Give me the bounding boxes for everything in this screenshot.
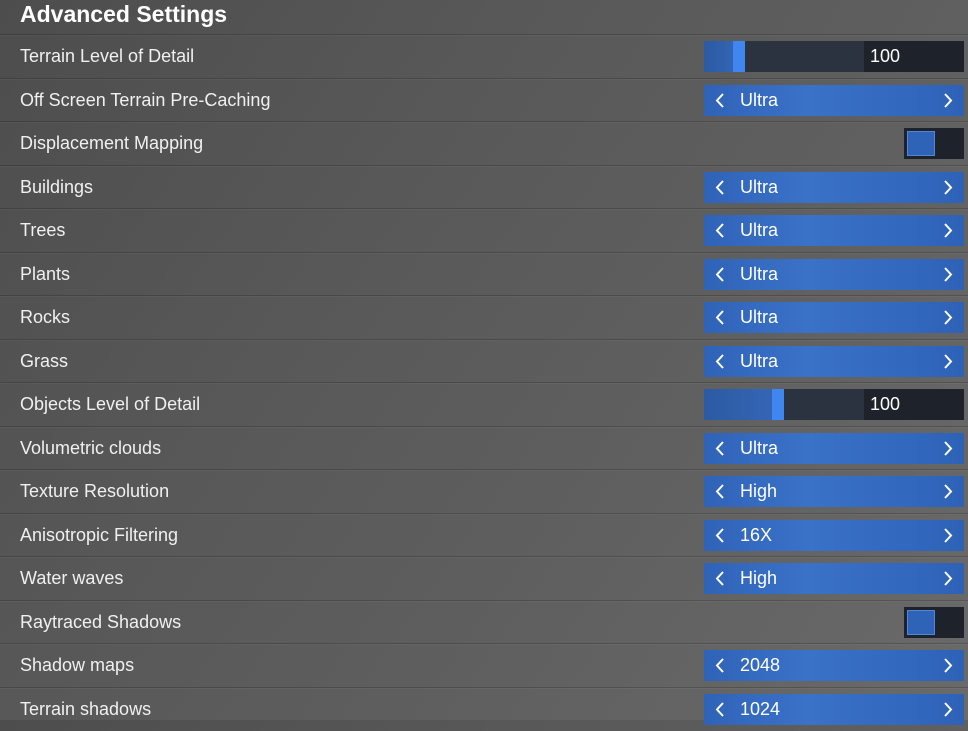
setting-row-grass: Grass Ultra (0, 338, 968, 383)
setting-label: Grass (20, 350, 69, 371)
setting-label: Shadow maps (20, 655, 135, 675)
section-title: Advanced Settings (20, 1, 228, 27)
off-screen-terrain-pre-caching-selector[interactable]: Ultra (704, 84, 964, 116)
setting-label: Raytraced Shadows (20, 611, 182, 632)
selector-value: 16X (740, 524, 773, 545)
setting-row-off-screen-terrain-pre-caching: Off Screen Terrain Pre-Caching Ultra (0, 77, 968, 122)
displacement-mapping-toggle[interactable] (904, 128, 964, 159)
slider-fill (704, 389, 778, 420)
chevron-left-icon[interactable] (706, 302, 734, 333)
selector-value: Ultra (740, 176, 779, 197)
setting-row-displacement-mapping: Displacement Mapping (0, 121, 968, 165)
trees-selector[interactable]: Ultra (704, 215, 964, 246)
slider-track[interactable] (704, 41, 864, 72)
setting-row-buildings: Buildings Ultra (0, 164, 968, 209)
chevron-left-icon[interactable] (706, 346, 734, 377)
setting-row-terrain-level-of-detail: Terrain Level of Detail 100 (0, 34, 968, 78)
selector-value: High (740, 481, 778, 501)
volumetric-clouds-selector[interactable]: Ultra (704, 432, 964, 464)
setting-label: Terrain shadows (20, 698, 152, 719)
chevron-right-icon[interactable] (934, 172, 962, 203)
anisotropic-filtering-selector[interactable]: 16X (704, 519, 964, 551)
chevron-right-icon[interactable] (934, 433, 962, 464)
chevron-right-icon[interactable] (934, 215, 962, 246)
chevron-left-icon[interactable] (706, 85, 734, 116)
setting-label: Terrain Level of Detail (20, 46, 195, 66)
chevron-left-icon[interactable] (706, 259, 734, 290)
selector-value: Ultra (740, 220, 779, 240)
chevron-left-icon[interactable] (706, 520, 734, 551)
setting-row-water-waves: Water waves High (0, 556, 968, 600)
setting-row-texture-resolution: Texture Resolution High (0, 469, 968, 513)
selector-value: Ultra (740, 89, 779, 110)
setting-row-volumetric-clouds: Volumetric clouds Ultra (0, 425, 968, 470)
setting-row-rocks: Rocks Ultra (0, 295, 968, 339)
setting-row-shadow-maps: Shadow maps 2048 (0, 643, 968, 687)
slider-track[interactable] (704, 389, 864, 420)
advanced-settings-panel: Advanced Settings Terrain Level of Detai… (0, 0, 968, 725)
raytraced-shadows-toggle[interactable] (904, 606, 964, 638)
selector-value: Ultra (740, 263, 779, 284)
chevron-right-icon[interactable] (934, 302, 962, 333)
setting-row-anisotropic-filtering: Anisotropic Filtering 16X (0, 512, 968, 557)
chevron-left-icon[interactable] (706, 172, 734, 203)
chevron-left-icon[interactable] (706, 433, 734, 464)
setting-label: Plants (20, 263, 71, 284)
selector-value: 2048 (740, 655, 781, 675)
setting-row-trees: Trees Ultra (0, 208, 968, 252)
chevron-right-icon[interactable] (934, 476, 962, 507)
setting-label: Volumetric clouds (20, 437, 162, 458)
selector-value: Ultra (740, 307, 779, 327)
chevron-right-icon[interactable] (934, 563, 962, 594)
grass-selector[interactable]: Ultra (704, 345, 964, 377)
setting-label: Water waves (20, 568, 124, 588)
slider-handle[interactable] (772, 389, 784, 420)
plants-selector[interactable]: Ultra (704, 258, 964, 290)
chevron-right-icon[interactable] (934, 346, 962, 377)
buildings-selector[interactable]: Ultra (704, 171, 964, 203)
toggle-knob (907, 609, 935, 635)
chevron-right-icon[interactable] (934, 520, 962, 551)
setting-row-objects-level-of-detail: Objects Level of Detail 100 (0, 382, 968, 426)
chevron-right-icon[interactable] (934, 85, 962, 116)
slider-value: 100 (864, 41, 964, 72)
setting-row-raytraced-shadows: Raytraced Shadows (0, 599, 968, 644)
selector-value: Ultra (740, 350, 779, 371)
setting-row-terrain-shadows: Terrain shadows 1024 (0, 686, 968, 731)
setting-label: Displacement Mapping (20, 133, 204, 153)
selector-value: High (740, 568, 778, 588)
setting-label: Rocks (20, 307, 71, 327)
shadow-maps-selector[interactable]: 2048 (704, 650, 964, 681)
chevron-left-icon[interactable] (706, 650, 734, 681)
slider-handle[interactable] (733, 41, 745, 72)
slider-value: 100 (864, 389, 964, 420)
chevron-right-icon[interactable] (934, 259, 962, 290)
objects-level-of-detail-slider[interactable]: 100 (704, 389, 964, 420)
toggle-knob (907, 131, 935, 156)
settings-list: Terrain Level of Detail 100 Off Screen Ter… (0, 34, 968, 730)
setting-row-plants: Plants Ultra (0, 251, 968, 296)
setting-label: Objects Level of Detail (20, 394, 201, 414)
texture-resolution-selector[interactable]: High (704, 476, 964, 507)
setting-label: Texture Resolution (20, 481, 170, 501)
setting-label: Off Screen Terrain Pre-Caching (20, 89, 271, 110)
selector-value: Ultra (740, 437, 779, 458)
setting-label: Anisotropic Filtering (20, 524, 179, 545)
rocks-selector[interactable]: Ultra (704, 302, 964, 333)
water-waves-selector[interactable]: High (704, 563, 964, 594)
chevron-right-icon[interactable] (934, 650, 962, 681)
chevron-left-icon[interactable] (706, 476, 734, 507)
terrain-level-of-detail-slider[interactable]: 100 (704, 41, 964, 72)
setting-label: Buildings (20, 176, 94, 197)
chevron-left-icon[interactable] (706, 563, 734, 594)
chevron-left-icon[interactable] (706, 215, 734, 246)
setting-label: Trees (20, 220, 66, 240)
